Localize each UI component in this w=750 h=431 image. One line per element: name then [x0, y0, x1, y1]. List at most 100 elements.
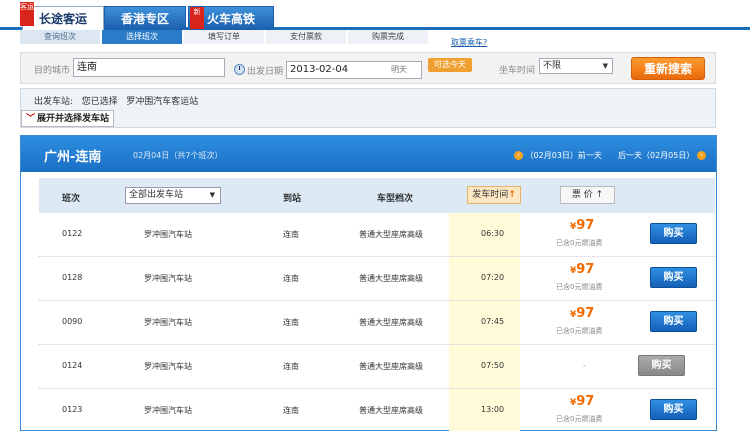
prev-day-label: （02月03日）前一天 — [525, 151, 602, 160]
row-price: - — [583, 361, 586, 370]
sort-price-label: 票 价 — [571, 190, 593, 200]
row-type: 普通大型座席高级 — [359, 274, 423, 283]
dest-city-input[interactable]: 连南 — [73, 58, 225, 77]
row-price-note: 已含0元燃油费 — [556, 283, 603, 291]
sort-time-label: 发车时间 — [472, 190, 509, 200]
col-arrive: 到站 — [283, 194, 302, 204]
date-input[interactable]: 2013-02-04 明天 — [286, 61, 422, 79]
dest-label: 目的城市 — [34, 66, 71, 76]
row-type: 普通大型座席高级 — [359, 362, 423, 371]
row-number: 0128 — [62, 273, 83, 282]
time-value: 不限 — [543, 61, 562, 71]
time-select[interactable]: 不限 ▼ — [539, 58, 613, 74]
buy-button[interactable]: 购买 — [650, 267, 697, 288]
step-query: 查询班次 — [20, 30, 100, 44]
help-link[interactable]: 取票乘车? — [451, 37, 487, 48]
calendar-icon — [234, 64, 245, 75]
row-number: 0090 — [62, 317, 83, 326]
row-station: 罗冲围汽车站 — [144, 274, 192, 283]
step-fill-order: 填写订单 — [184, 30, 264, 44]
table-row: 0124 罗冲围汽车站 连南 普通大型座席高级 07:50 - 购买 — [39, 345, 715, 389]
row-time: 07:45 — [481, 317, 505, 326]
station-filter-value: 全部出发车站 — [129, 190, 184, 200]
row-price-value: 97 — [576, 394, 595, 409]
row-station: 罗冲围汽车站 — [144, 230, 192, 239]
chevron-down-icon: ﹀ — [26, 114, 36, 124]
station-info: 出发车站: 您已选择 罗冲围汽车客运站 — [34, 94, 198, 107]
row-arrive: 连南 — [283, 362, 299, 371]
expand-stations-label: 展开并选择发车站 — [37, 114, 110, 124]
top-tabs: 长途客运 客运 香港专区 火车高铁 新 — [0, 0, 750, 30]
chevron-down-icon: ▼ — [602, 62, 608, 70]
departure-station-strip: 出发车站: 您已选择 罗冲围汽车客运站 ﹀ 展开并选择发车站 — [20, 88, 716, 128]
tab-long-distance[interactable]: 长途客运 — [22, 6, 104, 30]
row-station: 罗冲围汽车站 — [144, 318, 192, 327]
buy-button[interactable]: 购买 — [650, 399, 697, 420]
date-value: 2013-02-04 — [290, 64, 349, 75]
row-arrive: 连南 — [283, 274, 299, 283]
search-button[interactable]: 重新搜索 — [631, 57, 705, 80]
row-price: ¥97 — [570, 306, 594, 321]
row-arrive: 连南 — [283, 318, 299, 327]
row-price: ¥97 — [570, 218, 594, 233]
row-time: 06:30 — [481, 229, 505, 238]
step-complete: 购票完成 — [348, 30, 428, 44]
row-number: 0124 — [62, 361, 83, 370]
next-day-label: 后一天（02月05日） — [618, 151, 695, 160]
sort-by-price-button[interactable]: 票 价 ↑ — [560, 186, 615, 204]
row-station: 罗冲围汽车站 — [144, 406, 192, 415]
row-price-note: 已含0元燃油费 — [556, 239, 603, 247]
buy-button[interactable]: 购买 — [650, 311, 697, 332]
row-price-value: 97 — [576, 306, 595, 321]
row-type: 普通大型座席高级 — [359, 406, 423, 415]
chevron-down-icon: ▼ — [209, 191, 215, 199]
arrow-up-icon: ↑ — [508, 190, 516, 200]
step-pay: 支付票款 — [266, 30, 346, 44]
tab-rail-label: 火车高铁 — [207, 12, 256, 26]
row-price: ¥97 — [570, 262, 594, 277]
row-time: 13:00 — [481, 405, 505, 414]
tab-hong-kong[interactable]: 香港专区 — [104, 6, 186, 30]
row-price-note: 已含0元燃油费 — [556, 327, 603, 335]
arrow-up-icon: ↑ — [595, 190, 604, 200]
station-selected-text: 您已选择 — [81, 97, 118, 107]
buy-button[interactable]: 购买 — [650, 223, 697, 244]
time-label: 坐车时间 — [499, 66, 536, 76]
station-label: 出发车站: — [34, 97, 74, 107]
prev-day-link[interactable]: ‹ （02月03日）前一天 — [514, 150, 602, 161]
col-number: 班次 — [62, 194, 81, 204]
results-panel: 广州-连南 02月04日（共7个班次） ‹ （02月03日）前一天 后一天（02… — [20, 135, 717, 431]
results-header: 广州-连南 02月04日（共7个班次） ‹ （02月03日）前一天 后一天（02… — [21, 136, 716, 172]
step-select: 选择班次 — [102, 30, 182, 44]
table-row: 0090 罗冲围汽车站 连南 普通大型座席高级 07:45 ¥97 已含0元燃油费 购买 — [39, 301, 715, 345]
row-arrive: 连南 — [283, 406, 299, 415]
row-price-value: 97 — [576, 218, 595, 233]
sort-by-time-button[interactable]: 发车时间↑ — [467, 186, 521, 204]
buy-button[interactable]: 购买 — [638, 355, 685, 376]
tab-long-distance-label: 长途客运 — [39, 12, 88, 26]
station-filter-select[interactable]: 全部出发车站 ▼ — [125, 187, 221, 204]
date-day: 明天 — [391, 65, 407, 74]
today-button[interactable]: 可选今天 — [428, 58, 472, 72]
row-number: 0123 — [62, 405, 83, 414]
next-day-link[interactable]: 后一天（02月05日） › — [618, 150, 706, 161]
row-price-note: 已含0元燃油费 — [556, 415, 603, 423]
station-selected-name: 罗冲围汽车客运站 — [126, 97, 199, 107]
date-label: 出发日期 — [247, 67, 284, 77]
table-header: 班次 全部出发车站 ▼ 到站 车型档次 发车时间↑ 票 价 ↑ — [39, 178, 715, 213]
long-distance-ribbon: 客运 — [20, 2, 34, 26]
row-price-value: 97 — [576, 262, 595, 277]
chevron-left-icon: ‹ — [514, 151, 523, 160]
row-type: 普通大型座席高级 — [359, 318, 423, 327]
col-type: 车型档次 — [377, 194, 414, 204]
row-station: 罗冲围汽车站 — [144, 362, 192, 371]
expand-stations-button[interactable]: ﹀ 展开并选择发车站 — [21, 110, 115, 127]
row-price: ¥97 — [570, 394, 594, 409]
chevron-right-icon: › — [696, 151, 706, 160]
route-subtitle: 02月04日（共7个班次） — [133, 151, 223, 160]
row-time: 07:20 — [481, 273, 505, 282]
tab-hong-kong-label: 香港专区 — [120, 12, 169, 26]
row-time: 07:50 — [481, 361, 505, 370]
row-arrive: 连南 — [283, 230, 299, 239]
route-title: 广州-连南 — [44, 150, 102, 165]
